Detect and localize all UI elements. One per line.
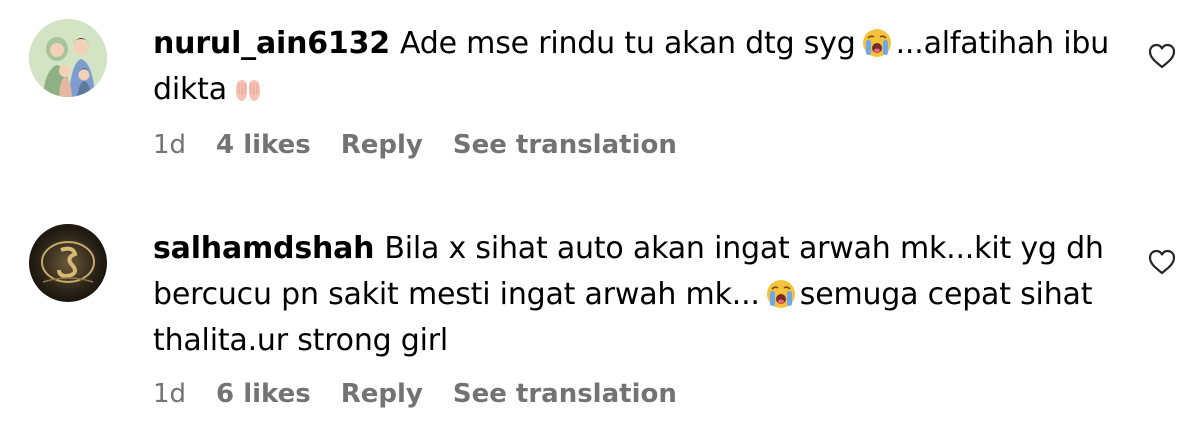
like-heart-icon[interactable] <box>1147 41 1177 71</box>
comment-timestamp[interactable]: 1d <box>153 130 186 160</box>
reply-button[interactable]: Reply <box>341 130 423 160</box>
loudly-crying-face-icon <box>862 28 892 58</box>
comment-item: salhamdshah Bila x sihat auto akan ingat … <box>0 205 1200 431</box>
likes-count[interactable]: 6 likes <box>216 379 311 409</box>
palms-up-together-icon <box>233 74 263 104</box>
comment-username[interactable]: nurul_ain6132 <box>153 26 390 61</box>
monogram-avatar-image <box>29 224 107 302</box>
see-translation-button[interactable]: See translation <box>453 379 677 409</box>
avatar[interactable] <box>29 19 107 97</box>
comment-username[interactable]: salhamdshah <box>153 231 375 266</box>
comment-text-part: Ade mse rindu tu akan dtg syg <box>399 26 856 61</box>
reply-button[interactable]: Reply <box>341 379 423 409</box>
comment-meta: 1d 6 likes Reply See translation <box>153 379 677 409</box>
like-heart-icon[interactable] <box>1147 247 1177 277</box>
likes-count[interactable]: 4 likes <box>216 130 311 160</box>
avatar[interactable] <box>29 224 107 302</box>
comment-text: nurul_ain6132 Ade mse rindu tu akan dtg s… <box>153 21 1113 113</box>
family-illustration-avatar-image <box>29 19 107 97</box>
comment-text: salhamdshah Bila x sihat auto akan ingat … <box>153 226 1113 364</box>
loudly-crying-face-icon <box>766 279 796 309</box>
see-translation-button[interactable]: See translation <box>453 130 677 160</box>
comment-item: nurul_ain6132 Ade mse rindu tu akan dtg s… <box>0 0 1200 200</box>
comment-timestamp[interactable]: 1d <box>153 379 186 409</box>
comment-meta: 1d 4 likes Reply See translation <box>153 130 677 160</box>
